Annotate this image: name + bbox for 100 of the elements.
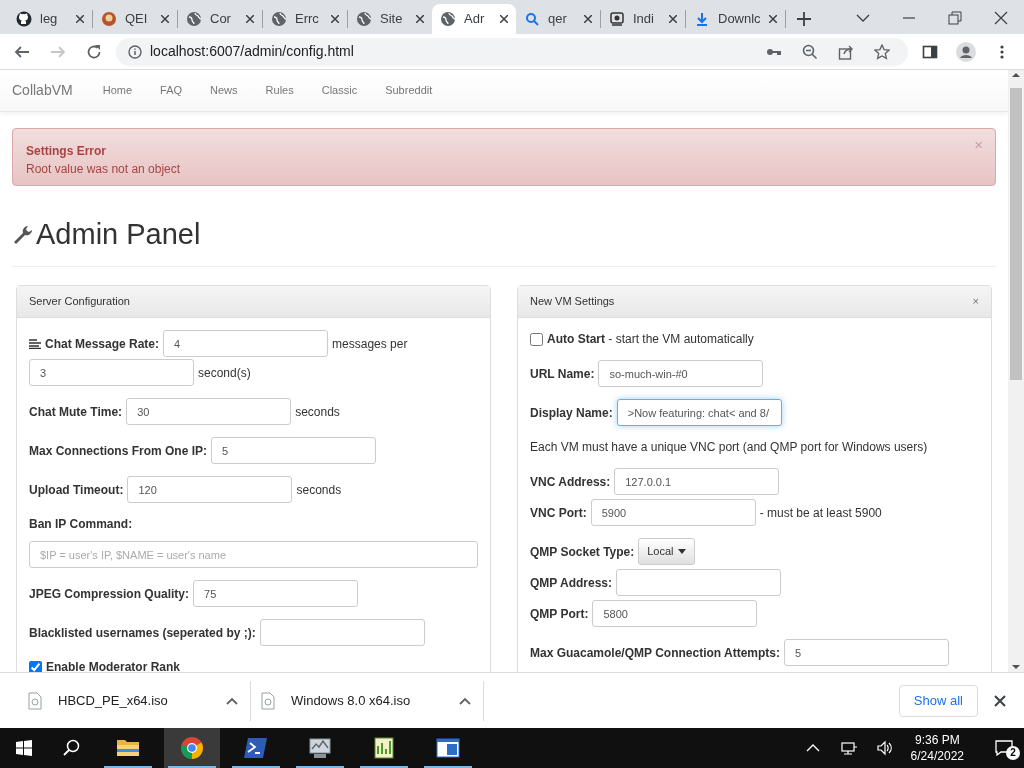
new-tab-icon[interactable] [796, 12, 811, 26]
restore-icon[interactable] [947, 10, 963, 26]
help-text: seconds [295, 403, 340, 421]
close-icon[interactable] [416, 15, 424, 23]
checkbox[interactable] [530, 332, 543, 346]
profile-icon[interactable] [956, 41, 976, 62]
chart-icon [372, 736, 396, 760]
checkbox-label[interactable]: Auto Start - start the VM automatically [547, 330, 754, 348]
side-panel-icon[interactable] [922, 43, 938, 60]
browser-tab[interactable]: Downlc [686, 4, 785, 34]
field-label: Chat Message Rate: [45, 335, 160, 353]
field-label: QMP Address: [530, 574, 613, 592]
back-icon[interactable] [14, 43, 30, 60]
close-icon[interactable] [584, 15, 592, 23]
input-field[interactable] [259, 619, 425, 646]
input-field[interactable]: 5900 [590, 499, 756, 526]
input-field[interactable]: >Now featuring: chat< and 8/ [616, 399, 782, 426]
input-field[interactable]: 120 [127, 476, 293, 503]
help-text: seconds [296, 481, 342, 499]
search-icon[interactable] [63, 739, 81, 757]
address-bar[interactable]: localhost:6007/admin/config.html [116, 37, 908, 66]
info-icon [128, 44, 142, 59]
close-icon[interactable] [500, 15, 508, 23]
chevron-up-icon[interactable] [226, 696, 238, 705]
help-text: - must be at least 5900 [759, 504, 882, 522]
nav-link[interactable]: FAQ [160, 82, 183, 99]
close-icon[interactable] [161, 15, 169, 23]
nav-link[interactable]: Rules [265, 82, 294, 99]
network-icon[interactable] [840, 740, 857, 756]
nav-link[interactable]: Subreddit [385, 82, 433, 99]
taskbar-button[interactable] [164, 728, 220, 768]
close-button[interactable]: × [972, 293, 979, 310]
checkbox-label[interactable]: Enable Moderator Rank [46, 658, 181, 672]
volume-icon[interactable] [876, 740, 893, 756]
input-field[interactable]: 5 [211, 437, 377, 464]
close-icon[interactable] [76, 15, 84, 23]
panel-title: Server Configuration [29, 294, 130, 310]
monitor-icon [308, 736, 332, 760]
input-field[interactable]: 4 [163, 330, 329, 357]
field-label: JPEG Compression Quality: [29, 585, 190, 603]
browser-tab[interactable]: leg [8, 4, 92, 34]
notifications-button[interactable]: 2 [984, 728, 1024, 768]
browser-tab[interactable]: QEI [93, 4, 177, 34]
close-icon[interactable] [768, 15, 777, 23]
start-icon[interactable] [16, 740, 32, 756]
file-name[interactable]: Windows 8.0 x64.iso [291, 690, 443, 711]
nav-link[interactable]: Classic [321, 82, 358, 99]
field-label: Blacklisted usernames (seperated by ;): [29, 624, 256, 642]
input-field[interactable]: 5800 [592, 600, 758, 627]
close-icon[interactable] [669, 15, 677, 23]
alert-title: Settings Error [26, 143, 106, 160]
browser-tab[interactable]: Cor [178, 4, 262, 34]
field-label: VNC Address: [530, 473, 611, 491]
zoom-out-icon[interactable] [802, 43, 818, 60]
list-icon [29, 338, 41, 349]
nav-link[interactable]: Home [102, 82, 133, 99]
field-label: VNC Port: [530, 504, 587, 522]
close-icon[interactable] [246, 15, 254, 23]
monitor-icon [609, 11, 625, 27]
field-label: QMP Socket Type: [530, 543, 635, 561]
file-name[interactable]: HBCD_PE_x64.iso [58, 690, 210, 711]
window-icon [436, 736, 460, 760]
input-field[interactable]: 5 [784, 639, 950, 666]
help-text: Each VM must have a unique VNC port (and QMP port for Windows users) [530, 439, 928, 456]
input-field[interactable]: $IP = user's IP, $NAME = user's name [29, 541, 478, 568]
dropdown-button[interactable]: Local [638, 538, 695, 565]
checkbox[interactable] [29, 660, 42, 672]
site-brand[interactable]: CollabVM [12, 80, 73, 101]
download-icon [694, 11, 710, 27]
browser-tab[interactable]: Site [348, 4, 432, 34]
share-icon[interactable] [838, 43, 854, 60]
help-text: second(s) [198, 364, 251, 382]
input-field[interactable]: 3 [29, 359, 194, 386]
cat-logo-icon [16, 11, 32, 27]
globe-icon [356, 11, 372, 27]
browser-tab[interactable]: Errc [263, 4, 347, 34]
close-icon[interactable] [994, 694, 1006, 707]
input-field[interactable]: 127.0.0.1 [614, 468, 780, 495]
show-all-button[interactable]: Show all [898, 684, 978, 717]
close-icon[interactable] [993, 10, 1009, 26]
browser-tab[interactable]: qer [516, 4, 600, 34]
reload-icon[interactable] [86, 43, 102, 60]
file-icon [261, 691, 275, 710]
browser-tab[interactable]: Indi [601, 4, 685, 34]
globe-icon [440, 11, 456, 27]
clock-time[interactable]: 9:36 PM [910, 732, 964, 748]
field-label: Display Name: [530, 404, 613, 422]
field-label: Chat Mute Time: [29, 403, 123, 421]
scrollbar-thumb[interactable] [1010, 88, 1022, 380]
browser-tab[interactable]: Adr [432, 4, 516, 34]
input-field[interactable]: 75 [193, 580, 359, 607]
input-field[interactable] [616, 569, 782, 596]
field-label: QMP Port: [530, 605, 589, 623]
chevron-up-icon[interactable] [459, 696, 471, 705]
nav-link[interactable]: News [210, 82, 238, 99]
close-icon[interactable] [331, 15, 339, 23]
input-field[interactable]: so-much-win-#0 [598, 360, 764, 387]
star-icon[interactable] [874, 43, 890, 60]
input-field[interactable]: 30 [126, 398, 292, 425]
clock-date[interactable]: 6/24/2022 [910, 748, 964, 764]
